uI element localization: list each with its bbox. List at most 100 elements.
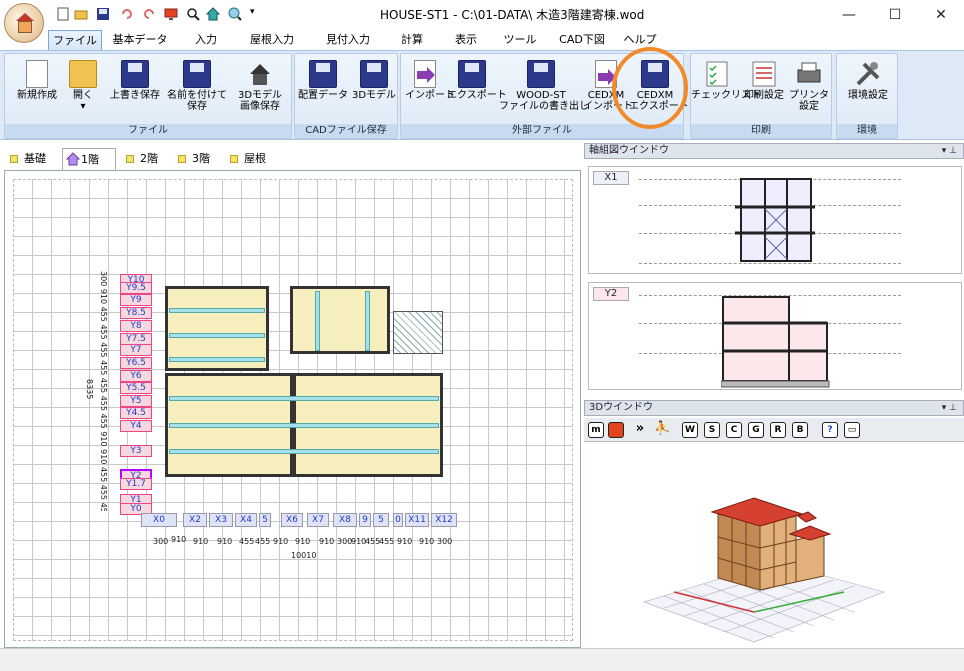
x-axis-label[interactable]: X8 (333, 513, 357, 527)
floor-square-icon (230, 155, 238, 163)
group-print: チェックリスト 印刷設定 プリンタ 設定 印刷 (690, 53, 832, 139)
y-axis-label[interactable]: Y5 (120, 395, 152, 407)
save-3d-image-button[interactable]: 3Dモデル 画像保存 (231, 58, 289, 112)
tab-tools[interactable]: ツール (500, 30, 540, 50)
y-axis-label[interactable]: Y4 (120, 420, 152, 432)
x-axis-label[interactable]: 5 (259, 513, 271, 527)
axis-tag-y2[interactable]: Y2 (593, 287, 629, 301)
export-button[interactable]: エクスポート (447, 58, 507, 101)
tab-file[interactable]: ファイル (48, 30, 102, 50)
find-house-icon[interactable] (228, 7, 242, 21)
printer-settings-button[interactable]: プリンタ 設定 (789, 58, 829, 112)
floor-tab-3f[interactable]: 3階 (174, 148, 224, 170)
slab-toggle-button[interactable]: S (704, 422, 720, 438)
y-axis-label[interactable]: Y6 (120, 370, 152, 382)
wall-toggle-button[interactable]: W (682, 422, 698, 438)
status-bar (0, 648, 964, 671)
view-3d[interactable] (584, 442, 964, 648)
axis-window-header: 軸組図ウインドウ ▾ ⊥ (584, 143, 964, 159)
fast-forward-icon[interactable]: » (632, 422, 648, 438)
x-axis-label[interactable]: 0 (393, 513, 403, 527)
floor-tab-foundation[interactable]: 基礎 (6, 148, 62, 170)
y2-frame-drawing (721, 296, 830, 388)
pin-icon[interactable]: ▾ ⊥ (942, 401, 957, 415)
x-axis-label[interactable]: X0 (141, 513, 177, 527)
x-dimension: 910 (397, 537, 413, 546)
undo-icon[interactable] (120, 7, 134, 21)
x-dimension: 910 (319, 537, 335, 546)
wood-st-export-button[interactable]: WOOD-ST ファイルの書き出し (499, 58, 589, 112)
tab-input[interactable]: 入力 (186, 30, 226, 50)
help-button[interactable]: ? (822, 422, 838, 438)
x-axis-label[interactable]: X3 (209, 513, 233, 527)
monitor-icon[interactable] (164, 7, 178, 21)
overwrite-save-button[interactable]: 上書き保存 (105, 58, 165, 101)
close-button[interactable]: ✕ (918, 0, 964, 30)
monitor-icon[interactable] (608, 422, 624, 438)
y-axis-label[interactable]: Y8.5 (120, 307, 152, 319)
x-axis-label[interactable]: X11 (405, 513, 429, 527)
minimize-button[interactable]: — (826, 0, 872, 30)
tab-cad-underlay[interactable]: CAD下図 (554, 30, 610, 50)
y-axis-label[interactable]: Y6.5 (120, 357, 152, 369)
y-axis-label[interactable]: Y5.5 (120, 382, 152, 394)
tab-view[interactable]: 表示 (446, 30, 486, 50)
girder-toggle-button[interactable]: G (748, 422, 764, 438)
brace-toggle-button[interactable]: B (792, 422, 808, 438)
floor-tab-2f[interactable]: 2階 (122, 148, 172, 170)
app-logo[interactable] (4, 3, 44, 43)
customize-quick-access-icon[interactable]: ▾ (250, 7, 264, 21)
group-environment: 環境設定 環境 (836, 53, 898, 139)
floor-tab-roof[interactable]: 屋根 (226, 148, 280, 170)
y-axis-label[interactable]: Y3 (120, 445, 152, 457)
roof-toggle-button[interactable]: R (770, 422, 786, 438)
checklist-button[interactable]: チェックリスト (691, 58, 761, 101)
print-settings-button[interactable]: 印刷設定 (741, 58, 787, 101)
floor-tab-1f[interactable]: 1階 (62, 148, 116, 170)
home-icon[interactable] (205, 7, 221, 21)
cad-3d-model-button[interactable]: 3Dモデル (351, 58, 397, 101)
redo-icon[interactable] (142, 7, 156, 21)
axis-frame-x1[interactable]: X1 (588, 166, 962, 274)
new-button[interactable]: 新規作成 (9, 58, 65, 101)
pin-icon[interactable]: ▾ ⊥ (942, 144, 957, 158)
walker-icon[interactable]: ⛹ (654, 422, 670, 438)
y-axis-label[interactable]: Y1.7 (120, 478, 152, 490)
column-toggle-button[interactable]: C (726, 422, 742, 438)
x-axis-label[interactable]: 9 (359, 513, 371, 527)
x-axis-label[interactable]: X4 (235, 513, 257, 527)
x-axis-label[interactable]: 5 (373, 513, 389, 527)
model-view-icon[interactable]: m (588, 422, 604, 438)
y-axis-label[interactable]: Y9.5 (120, 282, 152, 294)
new-file-icon[interactable] (56, 7, 70, 21)
y-axis-label[interactable]: Y8 (120, 320, 152, 332)
close-view-icon[interactable]: ▭ (844, 422, 860, 438)
x-axis-label[interactable]: X7 (307, 513, 329, 527)
tab-calculation[interactable]: 計算 (392, 30, 432, 50)
tab-elevation-input[interactable]: 見付入力 (318, 30, 378, 50)
env-settings-button[interactable]: 環境設定 (839, 58, 897, 101)
axis-tag-x1[interactable]: X1 (593, 171, 629, 185)
x-axis-label[interactable]: X6 (281, 513, 303, 527)
x-axis-label[interactable]: X12 (431, 513, 457, 527)
x-axis-label[interactable]: X2 (183, 513, 207, 527)
save-as-button[interactable]: 名前を付けて 保存 (165, 58, 229, 112)
y-axis-label[interactable]: Y7 (120, 344, 152, 356)
save-icon[interactable] (96, 7, 110, 21)
tab-roof-input[interactable]: 屋根入力 (242, 30, 302, 50)
y-axis-label[interactable]: Y4.5 (120, 407, 152, 419)
import-button[interactable]: インポート (405, 58, 455, 101)
y-total-dimension: 8335 (85, 379, 94, 400)
maximize-button[interactable]: ☐ (872, 0, 918, 30)
room-block[interactable] (290, 286, 390, 354)
tab-basic-data[interactable]: 基本データ (110, 30, 170, 50)
open-folder-icon[interactable] (74, 7, 88, 21)
open-button[interactable]: 開く ▾ (65, 58, 101, 112)
floor-plan-pane[interactable]: Y10 Y9.5 Y9 Y8.5 Y8 Y7.5 Y7 Y6.5 Y6 Y5.5… (4, 170, 581, 648)
search-icon[interactable] (186, 7, 200, 21)
printer-icon (795, 60, 823, 88)
axis-frame-y2[interactable]: Y2 (588, 282, 962, 390)
y-axis-label[interactable]: Y9 (120, 294, 152, 306)
group-file: 新規作成 開く ▾ 上書き保存 名前を付けて 保存 3Dモデル 画像保存 ファイ… (4, 53, 292, 139)
layout-data-button[interactable]: 配置データ (297, 58, 349, 101)
